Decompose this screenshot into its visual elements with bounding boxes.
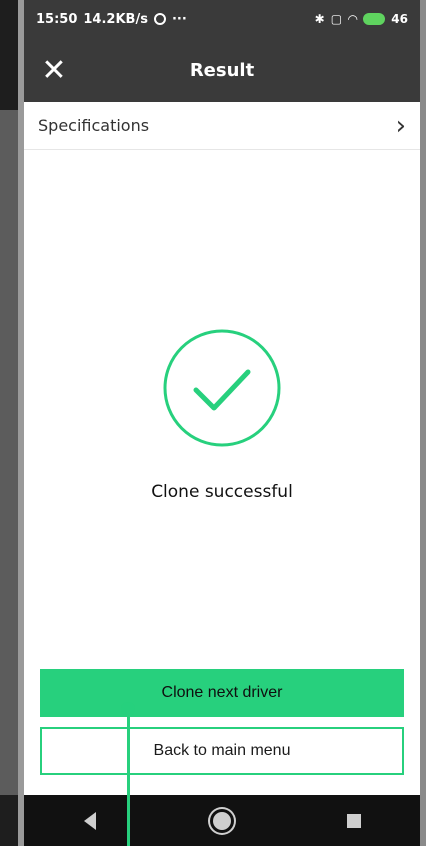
success-message: Clone successful — [151, 482, 293, 502]
page-title: Result — [189, 59, 255, 81]
status-speed: 14.2KB/s — [83, 11, 148, 27]
touch-trail — [127, 710, 130, 846]
back-icon — [84, 811, 96, 830]
clone-next-driver-button[interactable]: Clone next driver — [40, 669, 404, 717]
left-edge-bottom — [0, 795, 18, 846]
status-left: 15:50 14.2KB/s ··· — [36, 12, 187, 27]
pinterest-icon — [153, 13, 166, 25]
left-edge-inner — [0, 0, 18, 846]
clone-next-driver-label: Clone next driver — [161, 684, 283, 701]
left-device-edge — [0, 0, 24, 846]
phone-screen: 15:50 14.2KB/s ··· ✱ ▢ ◠ 46 ✕ Result Spe… — [24, 0, 420, 846]
system-nav-bar — [24, 795, 420, 846]
status-bar: 15:50 14.2KB/s ··· ✱ ▢ ◠ 46 — [24, 0, 420, 38]
recents-button[interactable] — [334, 801, 374, 841]
recents-icon — [347, 813, 361, 828]
status-right: ✱ ▢ ◠ 46 — [315, 12, 408, 26]
home-button[interactable] — [202, 801, 242, 841]
home-icon — [213, 811, 231, 830]
right-device-edge — [420, 0, 426, 846]
left-edge-top — [0, 0, 18, 110]
back-button[interactable] — [70, 801, 110, 841]
status-more: ··· — [171, 11, 187, 27]
chevron-right-icon: › — [395, 110, 406, 141]
specifications-label: Specifications — [38, 116, 150, 135]
screenshot-frame: 15:50 14.2KB/s ··· ✱ ▢ ◠ 46 ✕ Result Spe… — [0, 0, 426, 846]
battery-icon — [363, 13, 386, 25]
battery-level: 46 — [391, 12, 408, 26]
back-to-main-menu-button[interactable]: Back to main menu — [40, 727, 404, 775]
specifications-row[interactable]: Specifications › — [24, 102, 420, 150]
sim-icon: ▢ — [330, 12, 343, 26]
check-circle-icon — [163, 329, 281, 447]
app-bar: ✕ Result — [24, 38, 420, 102]
wifi-icon: ◠ — [348, 12, 358, 26]
back-to-main-menu-label: Back to main menu — [153, 742, 291, 759]
status-time: 15:50 — [36, 11, 78, 27]
bluetooth-icon: ✱ — [314, 12, 325, 26]
